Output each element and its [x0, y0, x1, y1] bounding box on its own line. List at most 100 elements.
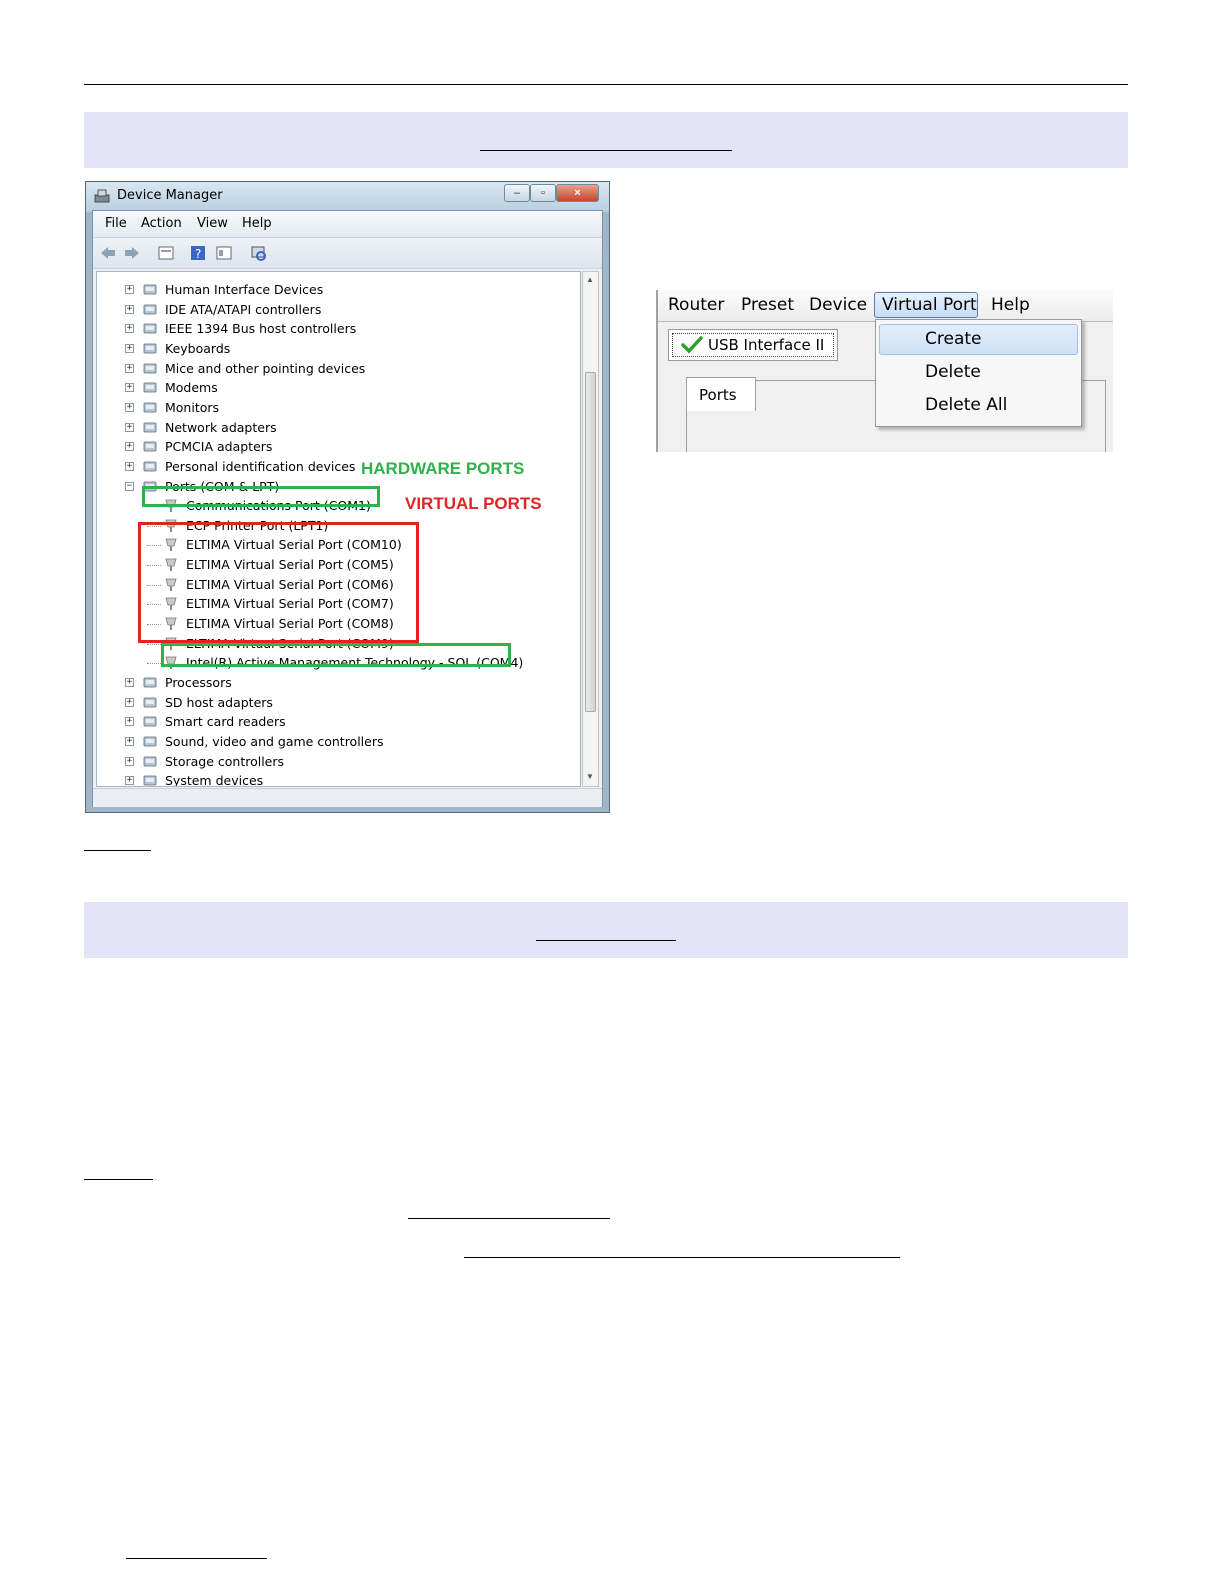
- expand-icon[interactable]: +: [125, 678, 134, 687]
- back-arrow-icon[interactable]: [99, 244, 117, 262]
- tree-category-item[interactable]: + IEEE 1394 Bus host controllers: [97, 319, 577, 339]
- status-bar: [93, 788, 602, 807]
- tree-category-item[interactable]: + Monitors: [97, 398, 577, 418]
- link-underline-1[interactable]: [84, 850, 151, 851]
- device-category-icon: [143, 343, 157, 354]
- tree-category-item[interactable]: + IDE ATA/ATAPI controllers: [97, 300, 577, 320]
- tree-item-label: Sound, video and game controllers: [165, 733, 384, 749]
- ports-tab-label: Ports: [699, 386, 737, 404]
- tree-category-item[interactable]: + Processors: [97, 673, 577, 693]
- heading-link-underline-2[interactable]: [536, 940, 676, 941]
- window-title: Device Manager: [117, 188, 223, 203]
- vertical-scrollbar[interactable]: ▲ ▼: [582, 271, 599, 787]
- tree-connector: [147, 663, 161, 665]
- menu-preset[interactable]: Preset: [741, 295, 794, 315]
- device-category-icon: [143, 736, 157, 747]
- device-tab-focus: USB Interface II: [672, 333, 834, 357]
- menu-item-delete-all[interactable]: Delete All: [925, 395, 1007, 415]
- header-rule: [84, 84, 1128, 85]
- expand-icon[interactable]: +: [125, 461, 134, 471]
- link-underline-5[interactable]: [126, 1558, 267, 1559]
- checkmark-icon: [681, 336, 703, 354]
- collapse-icon[interactable]: −: [125, 481, 134, 491]
- virtual-ports-box: [138, 522, 419, 643]
- tree-item-label: Personal identification devices: [165, 458, 356, 474]
- expand-icon[interactable]: +: [125, 324, 134, 334]
- scroll-down-icon[interactable]: ▼: [586, 772, 594, 781]
- device-manager-icon: [94, 189, 110, 203]
- menu-action[interactable]: Action: [141, 216, 182, 231]
- virtual-port-dropdown: Create Delete Delete All: [875, 319, 1082, 427]
- tree-category-item[interactable]: + Smart card readers: [97, 712, 577, 732]
- link-underline-4[interactable]: [464, 1257, 900, 1258]
- tree-category-item[interactable]: + Sound, video and game controllers: [97, 732, 577, 752]
- tree-item-label: IDE ATA/ATAPI controllers: [165, 301, 322, 317]
- scroll-thumb[interactable]: [585, 372, 596, 712]
- device-category-icon: [143, 422, 157, 432]
- tree-category-item[interactable]: + Network adapters: [97, 418, 577, 438]
- tree-category-item[interactable]: + Mice and other pointing devices: [97, 359, 577, 379]
- expand-icon[interactable]: +: [125, 697, 134, 707]
- hardware-ports-annotation: HARDWARE PORTS: [361, 459, 525, 478]
- properties-icon[interactable]: [157, 244, 175, 262]
- expand-icon[interactable]: +: [125, 304, 134, 314]
- expand-icon[interactable]: +: [125, 442, 134, 452]
- expand-icon[interactable]: +: [125, 402, 134, 412]
- device-category-icon: [143, 363, 157, 373]
- view-icon[interactable]: [215, 244, 233, 262]
- expand-icon[interactable]: +: [125, 343, 134, 353]
- ports-tab[interactable]: Ports: [686, 377, 756, 411]
- maximize-button[interactable]: ▫: [530, 184, 556, 202]
- expand-icon[interactable]: +: [125, 422, 134, 432]
- expand-icon[interactable]: +: [125, 717, 134, 727]
- expand-icon[interactable]: +: [125, 736, 134, 746]
- link-underline-2[interactable]: [84, 1179, 153, 1180]
- tree-item-label: Smart card readers: [165, 714, 286, 730]
- minimize-button[interactable]: –: [504, 184, 530, 202]
- expand-icon[interactable]: +: [125, 776, 134, 786]
- expand-icon[interactable]: +: [125, 383, 134, 393]
- menu-item-delete[interactable]: Delete: [925, 362, 981, 382]
- tree-category-item[interactable]: + Human Interface Devices: [97, 280, 577, 300]
- device-category-icon: [143, 716, 157, 727]
- tree-category-item[interactable]: + System devices: [97, 771, 577, 786]
- device-category-icon: [143, 775, 157, 786]
- tree-category-item[interactable]: + SD host adapters: [97, 693, 577, 713]
- menu-file[interactable]: File: [105, 216, 127, 231]
- tree-item-label: Modems: [165, 380, 218, 396]
- menu-router[interactable]: Router: [668, 295, 724, 315]
- tree-category-item[interactable]: + PCMCIA adapters: [97, 437, 577, 457]
- expand-icon[interactable]: +: [125, 285, 134, 294]
- expand-icon[interactable]: +: [125, 363, 134, 373]
- tree-item-label: IEEE 1394 Bus host controllers: [165, 321, 357, 337]
- device-category-icon: [143, 697, 157, 708]
- section-heading-band-2: [84, 902, 1128, 958]
- tree-category-item[interactable]: + Storage controllers: [97, 752, 577, 772]
- menu-bar: File Action View Help: [93, 211, 602, 238]
- close-button[interactable]: ×: [556, 184, 599, 202]
- menu-item-create[interactable]: Create: [925, 329, 982, 349]
- expand-icon[interactable]: +: [125, 756, 134, 766]
- tree-item-label: Human Interface Devices: [165, 282, 324, 297]
- toolbar: ?: [93, 238, 602, 269]
- menu-view[interactable]: View: [197, 216, 228, 231]
- section-heading-band-1: [84, 112, 1128, 168]
- tree-item-label: PCMCIA adapters: [165, 439, 273, 455]
- device-tab[interactable]: USB Interface II: [668, 329, 838, 361]
- hardware-port-box-com4: [161, 643, 511, 667]
- title-bar: Device Manager – ▫ ×: [86, 182, 609, 212]
- help-icon[interactable]: ?: [189, 244, 207, 262]
- scroll-up-icon[interactable]: ▲: [586, 275, 594, 284]
- svg-text:?: ?: [195, 247, 201, 261]
- menu-device[interactable]: Device: [809, 295, 867, 315]
- heading-link-underline[interactable]: [480, 150, 732, 151]
- forward-arrow-icon[interactable]: [123, 244, 141, 262]
- scan-hardware-icon[interactable]: [249, 244, 267, 262]
- link-underline-3[interactable]: [408, 1218, 610, 1219]
- device-category-icon: [143, 677, 157, 688]
- tree-category-item[interactable]: + Keyboards: [97, 339, 577, 359]
- menu-help[interactable]: Help: [242, 216, 272, 231]
- menu-virtual-port[interactable]: Virtual Port: [882, 295, 977, 315]
- menu-help[interactable]: Help: [991, 295, 1030, 315]
- tree-category-item[interactable]: + Modems: [97, 378, 577, 398]
